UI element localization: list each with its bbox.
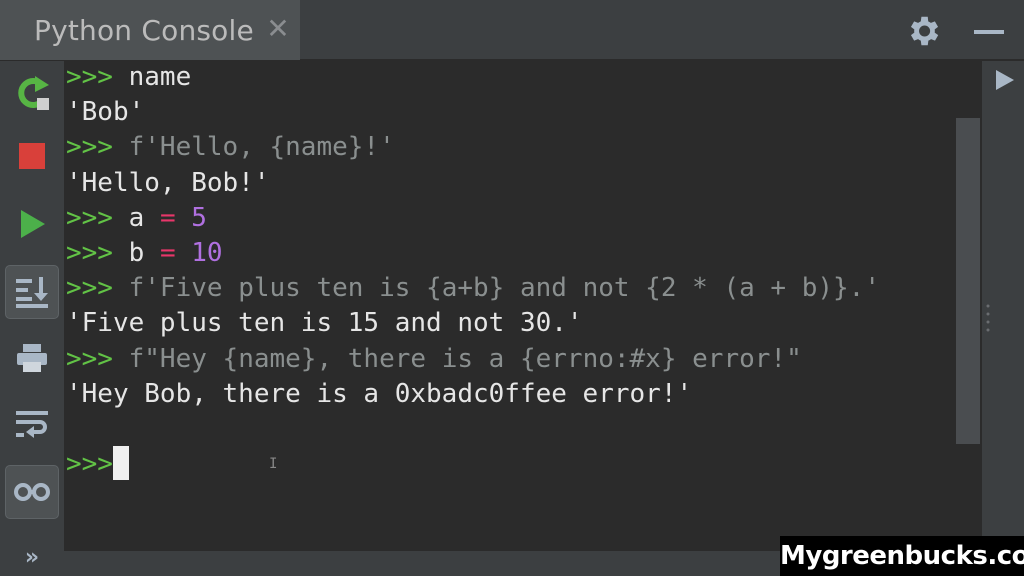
console-prompt: >>> <box>66 449 113 480</box>
console-prompt: >>> <box>66 273 113 304</box>
resize-grip-icon[interactable] <box>985 300 991 340</box>
console-input-line: >>> a = 5 <box>66 201 207 236</box>
console-code: f"Hey {name}, there is a {errno:#x} erro… <box>128 343 802 374</box>
vertical-scrollbar-thumb[interactable] <box>956 118 980 444</box>
console-prompt: >>> <box>66 343 113 374</box>
console-prompt: >>> <box>66 62 113 92</box>
execute-button[interactable] <box>5 197 59 251</box>
console-output-line: 'Five plus ten is 15 and not 30.' <box>66 306 583 341</box>
print-button[interactable] <box>5 331 59 385</box>
close-icon[interactable]: ✕ <box>266 14 290 44</box>
console-number: 10 <box>191 238 223 268</box>
rerun-icon <box>18 76 49 110</box>
console-code: f'Five plus ten is {a+b} and not {2 * (a… <box>128 273 880 304</box>
console-output-text: 'Hey Bob, there is a 0xbadc0ffee error!' <box>66 378 693 409</box>
console-prompt: >>> <box>66 202 113 233</box>
rerun-button[interactable] <box>5 65 59 119</box>
console-output-line: 'Hey Bob, there is a 0xbadc0ffee error!' <box>66 377 692 412</box>
console-operator: = <box>159 238 176 268</box>
console-current-input-line[interactable]: >>> <box>66 445 129 482</box>
console-output-text: 'Hello, Bob!' <box>66 167 270 198</box>
console-input-line: >>> f'Hello, {name}!' <box>66 130 395 165</box>
console-input-line: >>> b = 10 <box>66 236 223 271</box>
scroll-to-end-icon <box>16 277 48 308</box>
minimize-icon[interactable] <box>972 12 1008 50</box>
text-cursor <box>112 445 129 480</box>
console-operator: = <box>159 202 176 233</box>
watermark-text: Mygreenbucks.co.uk <box>780 536 1024 576</box>
show-variables-button[interactable] <box>5 465 59 519</box>
console-output[interactable]: >>> name 'Bob' >>> f'Hello, {name}!' 'Hello… <box>64 61 982 551</box>
console-prompt: >>> <box>66 132 113 163</box>
title-bar: Python Console ✕ <box>0 0 1024 60</box>
console-output-text: 'Five plus ten is 15 and not 30.' <box>66 308 583 339</box>
tab-python-console[interactable]: Python Console ✕ <box>0 0 300 60</box>
console-output-text: 'Bob' <box>66 97 145 128</box>
console-variable: a <box>128 202 145 233</box>
console-prompt: >>> <box>66 238 113 268</box>
console-code: f'Hello, {name}!' <box>128 132 395 163</box>
glasses-icon <box>14 483 50 501</box>
console-code: name <box>128 62 192 92</box>
console-input-line: >>> f"Hey {name}, there is a {errno:#x} … <box>66 342 802 377</box>
play-icon <box>21 210 45 238</box>
more-actions-button[interactable]: » <box>10 545 54 571</box>
console-input-line: >>> name <box>66 60 191 95</box>
console-toolbar: » <box>0 61 64 576</box>
tab-title: Python Console <box>34 13 254 47</box>
expand-panel-icon[interactable] <box>994 66 1016 94</box>
soft-wrap-icon <box>16 411 48 438</box>
console-input-line: >>> f'Five plus ten is {a+b} and not {2 … <box>66 271 880 306</box>
gear-icon[interactable] <box>904 12 942 50</box>
console-variable: b <box>128 238 145 268</box>
console-number: 5 <box>191 202 207 233</box>
stop-button[interactable] <box>5 129 59 183</box>
print-icon <box>17 344 47 372</box>
soft-wrap-button[interactable] <box>5 397 59 451</box>
console-output-line: 'Hello, Bob!' <box>66 166 270 201</box>
console-output-line: 'Bob' <box>66 95 144 130</box>
stop-icon <box>19 143 45 169</box>
mouse-ibeam-icon: I <box>269 456 278 472</box>
scroll-to-end-button[interactable] <box>5 265 59 319</box>
